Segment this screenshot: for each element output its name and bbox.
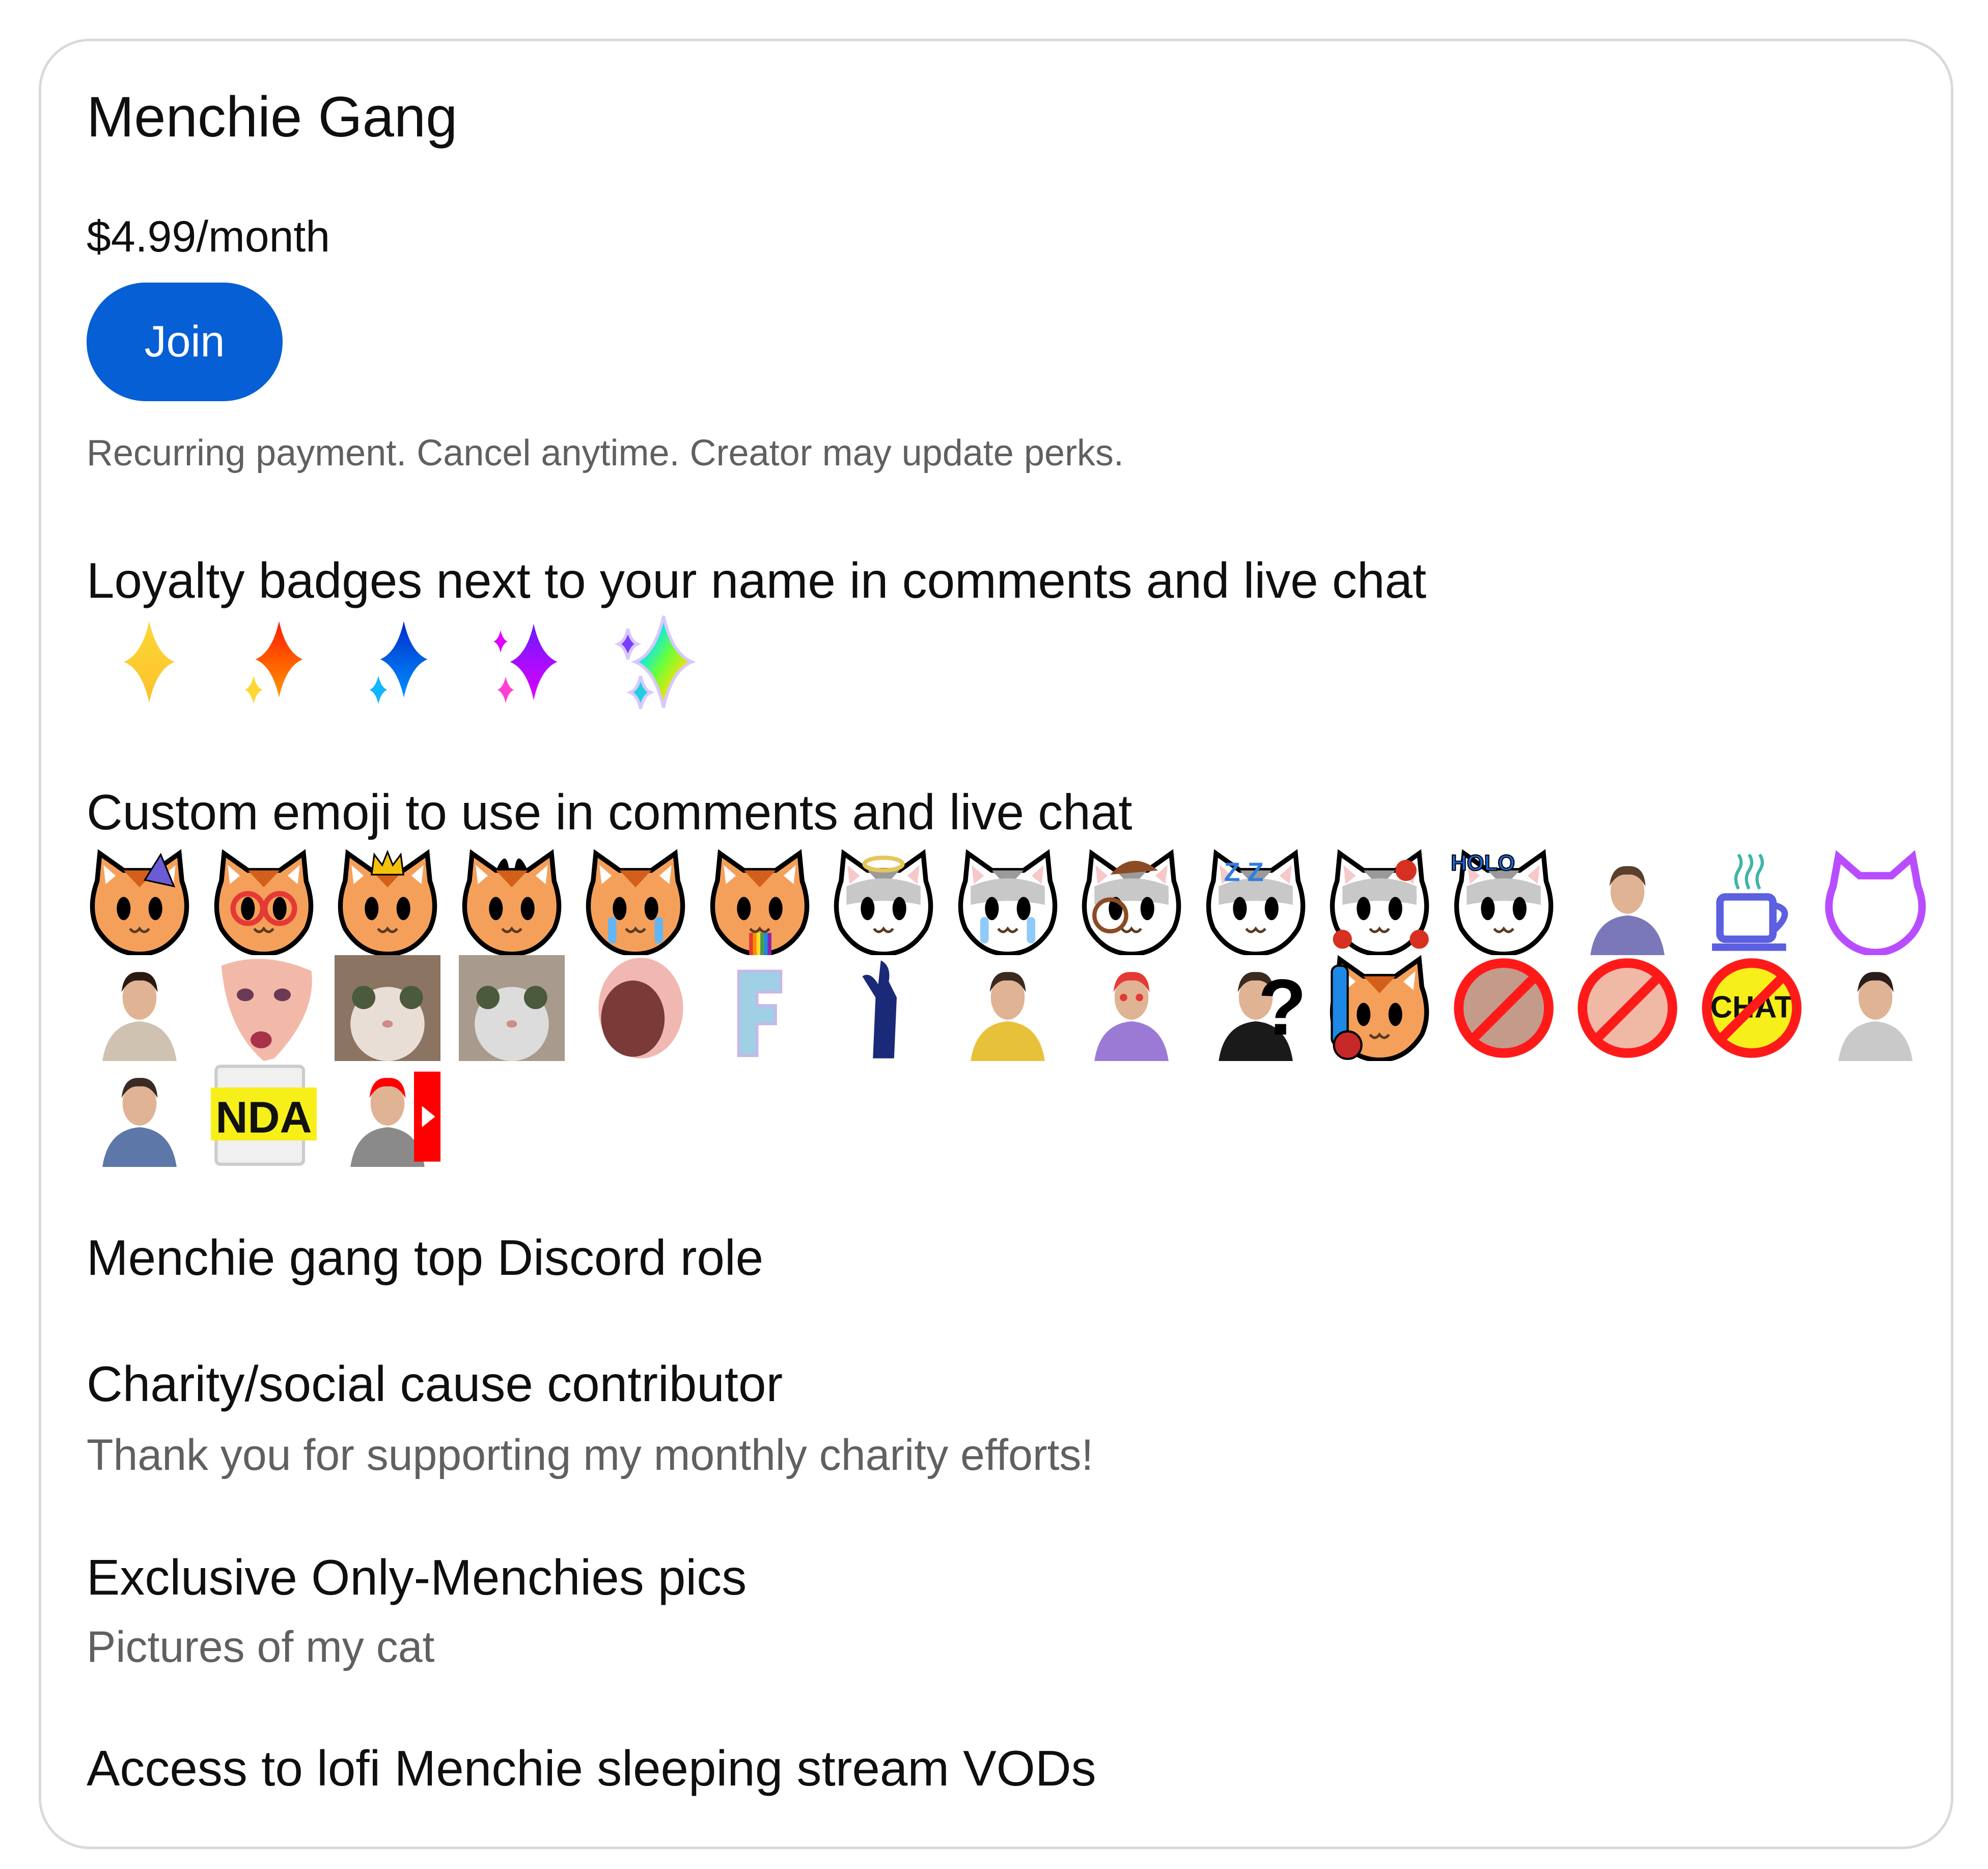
orange-cat-devil-emoji (459, 849, 565, 955)
orange-cat-wrench-heart-icon (1330, 955, 1429, 1061)
perk-charity-title: Charity/social cause contributor (87, 1356, 783, 1412)
sparkle-shape (510, 624, 557, 700)
orange-cat-rainbow-eyes-emoji (211, 849, 317, 955)
orange-cat-rainbow-puke-emoji (707, 849, 813, 955)
custom-emoji-grid: Z Z HOLO? CHAT NDA (87, 849, 1940, 1167)
woman-youtube-logo-icon (350, 1071, 440, 1167)
recurring-payment-note: Recurring payment. Cancel anytime. Creat… (87, 433, 1124, 473)
woman-blue-hood-icon (102, 1078, 177, 1167)
gray-cat-crying-emoji (955, 849, 1061, 955)
woman-blue-hood-emoji (87, 1061, 192, 1167)
blue-silhouette-emoji (831, 955, 936, 1061)
gray-cat-halo-icon (834, 849, 933, 955)
screaming-mouth-icon (598, 958, 683, 1058)
woman-purple-shirt-emoji (1575, 849, 1680, 955)
sparkle-shape (493, 630, 508, 653)
man-eating-banana-emoji (955, 955, 1061, 1061)
perk-charity-subtitle: Thank you for supporting my monthly char… (87, 1431, 1094, 1480)
wide-eyed-cat-emoji (458, 955, 565, 1061)
gray-cat-sleeping-emoji: Z Z (1203, 849, 1309, 955)
gray-cat-hearts-emoji (1327, 849, 1432, 955)
loyalty-badges-row (87, 611, 710, 713)
screaming-mouth-emoji (583, 955, 688, 1061)
perk-exclusive-pics-subtitle: Pictures of my cat (87, 1623, 435, 1671)
man-heart-eyes-popcorn-emoji (1079, 955, 1184, 1061)
sparkle-shape (380, 621, 427, 698)
sparkle-shape (497, 677, 514, 703)
neon-coffee-cup-icon (1711, 853, 1788, 951)
woman-purple-shirt-icon (1590, 866, 1665, 955)
holographic-letter-f-icon (737, 969, 782, 1057)
no-chat-emoji: CHAT (1699, 955, 1805, 1061)
woman-smiling-emoji (1823, 955, 1928, 1061)
orange-cat-rainbow-puke-icon (710, 849, 809, 955)
no-woman-face-icon (1578, 958, 1677, 1058)
no-chat-icon: CHAT (1701, 958, 1802, 1058)
neon-coffee-cup-emoji (1699, 849, 1805, 955)
neon-cat-outline-icon (1825, 850, 1926, 955)
gray-cat-detective-icon (1082, 849, 1181, 955)
orange-cat-party-emoji (87, 849, 192, 955)
tier-name: Menchie Gang (87, 85, 458, 149)
person-tied-rope-icon (102, 972, 177, 1061)
gray-cat-holo-icon: HOLO (1451, 849, 1553, 955)
neon-cat-outline-emoji (1823, 849, 1928, 955)
svg-text:Z Z: Z Z (1224, 857, 1263, 887)
perk-exclusive-pics-title: Exclusive Only-Menchies pics (87, 1549, 747, 1605)
svg-text:HOLO: HOLO (1451, 851, 1515, 876)
no-man-face-emoji (1451, 955, 1557, 1061)
man-eating-banana-icon (970, 972, 1045, 1061)
man-question-mark-emoji: ? (1203, 955, 1309, 1061)
gray-cat-detective-emoji (1079, 849, 1184, 955)
person-tied-rope-emoji (87, 955, 192, 1061)
orange-cat-rainbow-eyes-icon (214, 849, 313, 955)
badge-blue-sparkle-icon (336, 611, 461, 713)
orange-cat-crown-emoji (335, 849, 440, 955)
shocked-woman-face-icon (221, 959, 312, 1061)
no-woman-face-emoji (1575, 955, 1680, 1061)
orange-cat-devil-icon (462, 849, 561, 955)
man-question-mark-icon: ? (1218, 963, 1306, 1061)
gray-cat-holo-emoji: HOLO (1451, 849, 1557, 955)
badge-gold-sparkle-icon (87, 611, 211, 713)
badge-orange-sparkle-icon (211, 611, 336, 713)
perk-emoji-title: Custom emoji to use in comments and live… (87, 784, 1133, 840)
no-man-face-icon (1453, 958, 1554, 1058)
orange-cat-laugh-cry-emoji (583, 849, 688, 955)
gray-cat-halo-emoji (831, 849, 936, 955)
badge-rainbow-sparkle-icon (586, 611, 710, 713)
badge-purple-sparkle-icon (461, 611, 586, 713)
perk-lofi-vods-title: Access to lofi Menchie sleeping stream V… (87, 1740, 1096, 1796)
orange-cat-wrench-heart-emoji (1327, 955, 1432, 1061)
orange-cat-laugh-cry-icon (586, 849, 685, 955)
join-button[interactable]: Join (87, 283, 283, 401)
gray-cat-crying-icon (958, 849, 1057, 955)
blue-silhouette-icon (862, 960, 897, 1058)
sparkle-shape (255, 621, 302, 698)
orange-cat-crown-icon (338, 849, 437, 955)
man-heart-eyes-popcorn-icon (1094, 972, 1169, 1061)
perk-discord-role-title: Menchie gang top Discord role (87, 1230, 764, 1286)
orange-cat-party-icon (90, 849, 189, 955)
wide-eyed-cat-icon (458, 955, 565, 1061)
woman-smiling-icon (1838, 972, 1913, 1061)
woman-youtube-logo-emoji (335, 1061, 440, 1167)
sparkle-shape (369, 676, 387, 704)
sparkle-shape (123, 621, 175, 703)
sparkle-shape (614, 628, 642, 660)
gray-cat-hearts-icon (1330, 849, 1429, 955)
nda-sign-emoji: NDA (210, 1061, 317, 1167)
svg-text:?: ? (1258, 963, 1306, 1052)
sparkle-shape (626, 676, 655, 709)
perk-badges-title: Loyalty badges next to your name in comm… (87, 552, 1427, 608)
shocked-woman-face-emoji (211, 955, 317, 1061)
sparkle-shape (244, 676, 262, 704)
gray-cat-sleeping-icon: Z Z (1206, 849, 1305, 955)
holographic-letter-f-emoji (707, 955, 813, 1061)
tier-price: $4.99/month (87, 212, 330, 261)
svg-text:NDA: NDA (215, 1092, 312, 1142)
nda-sign-icon: NDA (210, 1065, 317, 1166)
blurry-cat-scream-emoji (335, 955, 440, 1061)
blurry-cat-scream-icon (335, 955, 440, 1061)
